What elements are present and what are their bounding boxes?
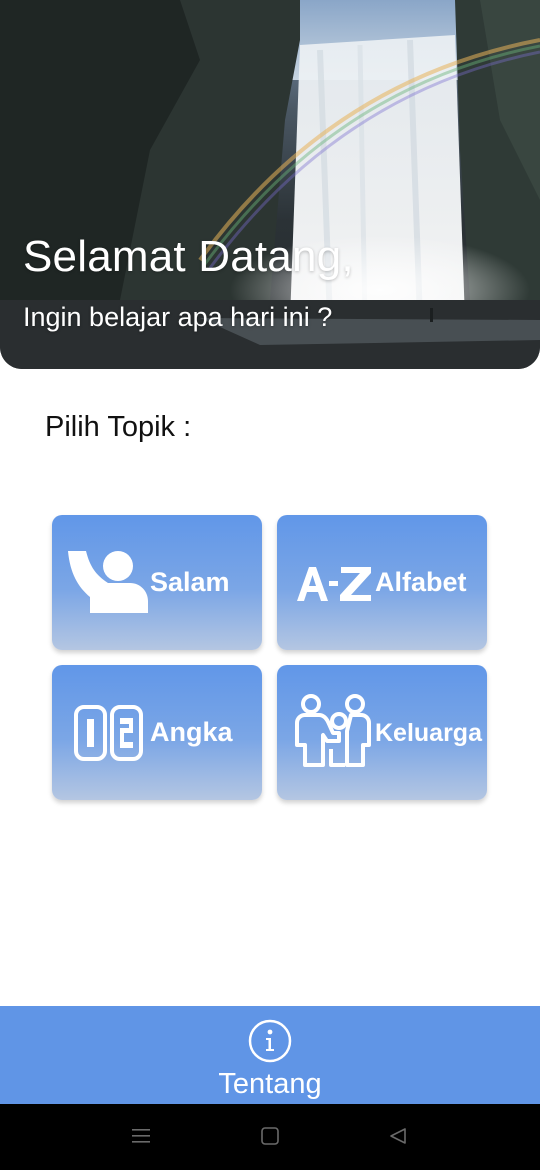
topic-card-keluarga[interactable]: Keluarga	[277, 665, 487, 800]
topic-label-salam: Salam	[150, 567, 230, 597]
menu-icon[interactable]	[131, 1126, 151, 1146]
topic-label-keluarga: Keluarga	[375, 719, 482, 747]
numbers-icon	[74, 705, 143, 761]
hero-subtitle: Ingin belajar apa hari ini ?	[23, 302, 333, 332]
about-button[interactable]: Tentang	[0, 1006, 540, 1104]
family-icon	[295, 694, 371, 767]
a-z-icon	[297, 567, 371, 601]
app-screen: Selamat Datang, Ingin belajar apa hari i…	[0, 0, 540, 1170]
info-icon	[248, 1019, 292, 1063]
back-triangle-icon[interactable]	[388, 1126, 408, 1146]
section-title: Pilih Topik :	[45, 411, 192, 443]
home-square-icon[interactable]	[260, 1126, 280, 1146]
system-nav-bar	[0, 1104, 540, 1170]
topic-card-alfabet[interactable]: Alfabet	[277, 515, 487, 650]
topic-card-angka[interactable]: Angka	[52, 665, 262, 800]
topic-card-salam[interactable]: Salam	[52, 515, 262, 650]
topic-label-alfabet: Alfabet	[375, 567, 467, 597]
greeting-person-icon	[68, 551, 148, 613]
hero-title: Selamat Datang,	[23, 232, 354, 281]
hero-banner: Selamat Datang, Ingin belajar apa hari i…	[0, 0, 540, 369]
about-label: Tentang	[218, 1068, 322, 1100]
topic-label-angka: Angka	[150, 717, 233, 747]
